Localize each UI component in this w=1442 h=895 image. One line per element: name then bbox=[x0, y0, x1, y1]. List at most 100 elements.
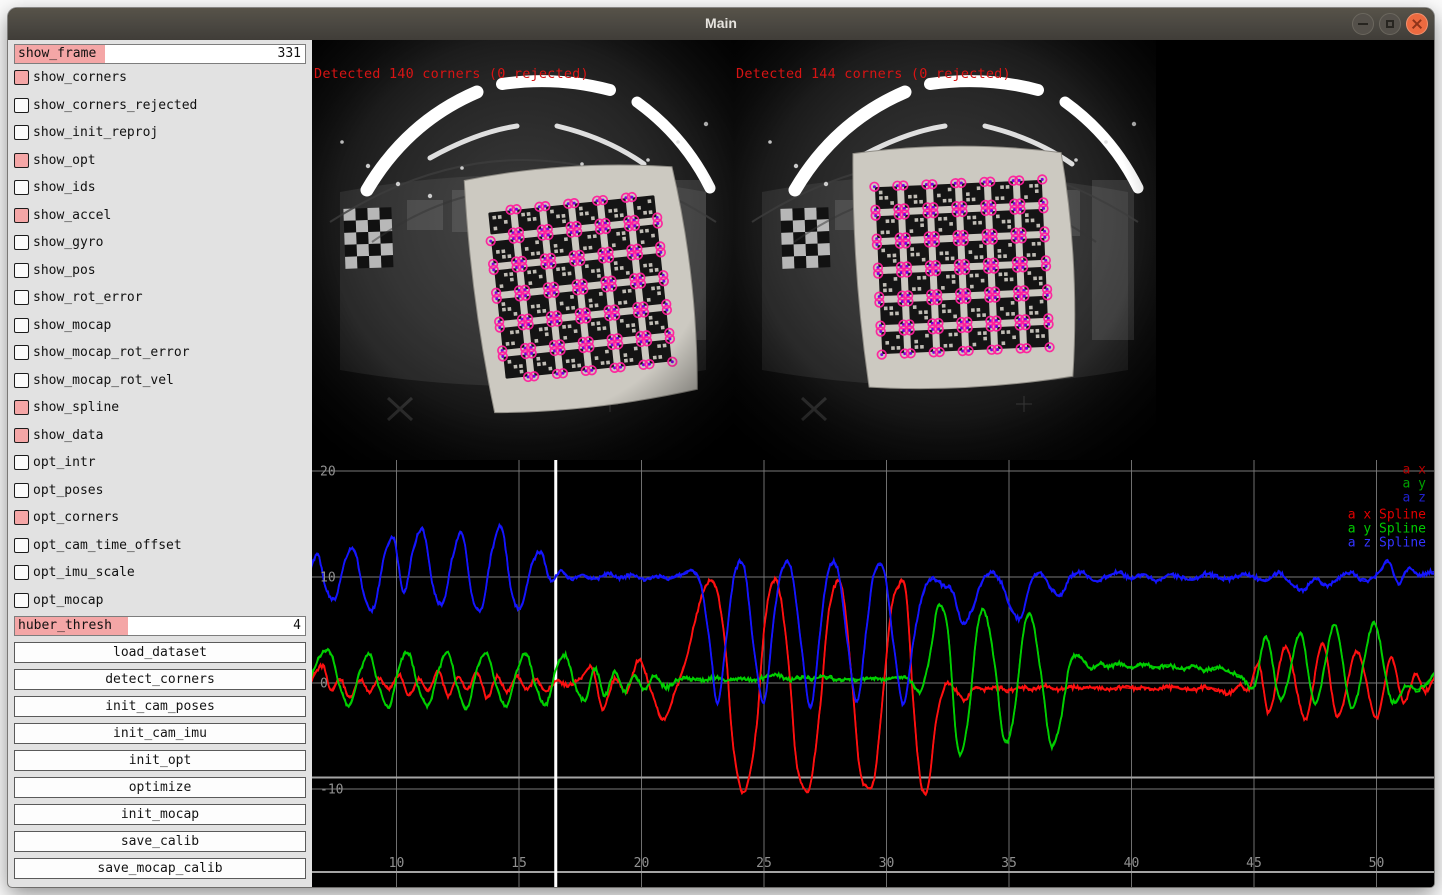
checkbox-box[interactable] bbox=[14, 70, 29, 85]
checkbox-box[interactable] bbox=[14, 208, 29, 223]
checkbox-label: show_pos bbox=[33, 263, 96, 278]
title-bar[interactable]: Main bbox=[8, 8, 1434, 41]
checkbox-show-mocap-rot-vel[interactable]: show_mocap_rot_vel bbox=[8, 367, 312, 395]
svg-text:10: 10 bbox=[389, 856, 405, 871]
camera-image-right bbox=[734, 40, 1156, 460]
svg-text:20: 20 bbox=[634, 856, 650, 871]
maximize-icon bbox=[1380, 14, 1400, 34]
close-button[interactable] bbox=[1406, 13, 1428, 35]
minimize-icon bbox=[1353, 14, 1373, 34]
checkbox-label: show_corners_rejected bbox=[33, 98, 197, 113]
checkbox-show-corners-rejected[interactable]: show_corners_rejected bbox=[8, 92, 312, 120]
legend-entry: a x bbox=[1403, 463, 1427, 478]
checkbox-label: show_corners bbox=[33, 70, 127, 85]
checkbox-box[interactable] bbox=[14, 400, 29, 415]
checkbox-label: opt_poses bbox=[33, 483, 103, 498]
legend-entry: a z Spline bbox=[1348, 536, 1426, 551]
checkbox-opt-mocap[interactable]: opt_mocap bbox=[8, 587, 312, 615]
slider-huber-thresh[interactable]: huber_thresh 4 bbox=[14, 616, 306, 636]
button-init-mocap[interactable]: init_mocap bbox=[14, 804, 306, 825]
slider-label: show_frame bbox=[18, 45, 96, 63]
checkbox-box[interactable] bbox=[14, 290, 29, 305]
checkbox-opt-poses[interactable]: opt_poses bbox=[8, 477, 312, 505]
checkbox-show-data[interactable]: show_data bbox=[8, 422, 312, 450]
checkbox-box[interactable] bbox=[14, 345, 29, 360]
sidebar: show_frame331 show_corners show_corners_re… bbox=[8, 40, 312, 887]
button-init-opt[interactable]: init_opt bbox=[14, 750, 306, 771]
button-init-cam-poses[interactable]: init_cam_poses bbox=[14, 696, 306, 717]
checkbox-show-mocap-rot-error[interactable]: show_mocap_rot_error bbox=[8, 339, 312, 367]
checkbox-box[interactable] bbox=[14, 373, 29, 388]
checkbox-show-gyro[interactable]: show_gyro bbox=[8, 229, 312, 257]
checkbox-label: opt_intr bbox=[33, 455, 96, 470]
maximize-button[interactable] bbox=[1379, 13, 1401, 35]
slider-label: huber_thresh bbox=[18, 617, 112, 635]
checkbox-box[interactable] bbox=[14, 455, 29, 470]
imu-plot[interactable]: 10152025303540455020100-10a xa ya za x S… bbox=[312, 460, 1434, 887]
svg-text:15: 15 bbox=[511, 856, 527, 871]
checkbox-box[interactable] bbox=[14, 428, 29, 443]
checkbox-show-ids[interactable]: show_ids bbox=[8, 174, 312, 202]
checkbox-show-rot-error[interactable]: show_rot_error bbox=[8, 284, 312, 312]
checkbox-box[interactable] bbox=[14, 180, 29, 195]
button-init-cam-imu[interactable]: init_cam_imu bbox=[14, 723, 306, 744]
checkbox-show-pos[interactable]: show_pos bbox=[8, 257, 312, 285]
checkbox-show-accel[interactable]: show_accel bbox=[8, 202, 312, 230]
checkbox-box[interactable] bbox=[14, 538, 29, 553]
checkbox-box[interactable] bbox=[14, 483, 29, 498]
legend-entry: a y bbox=[1403, 477, 1427, 492]
svg-text:40: 40 bbox=[1124, 856, 1140, 871]
checkbox-show-corners[interactable]: show_corners bbox=[8, 64, 312, 92]
checkbox-label: show_mocap_rot_vel bbox=[33, 373, 174, 388]
checkbox-label: show_ids bbox=[33, 180, 96, 195]
checkbox-show-init-reproj[interactable]: show_init_reproj bbox=[8, 119, 312, 147]
checkbox-label: opt_corners bbox=[33, 510, 119, 525]
checkbox-label: show_mocap_rot_error bbox=[33, 345, 190, 360]
button-load-dataset[interactable]: load_dataset bbox=[14, 642, 306, 663]
accel-plot-canvas: 10152025303540455020100-10a xa ya za x S… bbox=[312, 460, 1434, 887]
checkbox-label: show_accel bbox=[33, 208, 111, 223]
checkbox-box[interactable] bbox=[14, 593, 29, 608]
corner-count-overlay-left: Detected 140 corners (0 rejected) bbox=[314, 66, 589, 82]
button-save-calib[interactable]: save_calib bbox=[14, 831, 306, 852]
checkbox-box[interactable] bbox=[14, 153, 29, 168]
camera-view-right[interactable]: Detected 144 corners (0 rejected) bbox=[734, 40, 1156, 460]
button-save-mocap-calib[interactable]: save_mocap_calib bbox=[14, 858, 306, 879]
legend-entry: a z bbox=[1403, 491, 1426, 506]
checkbox-show-opt[interactable]: show_opt bbox=[8, 147, 312, 175]
checkbox-show-spline[interactable]: show_spline bbox=[8, 394, 312, 422]
checkbox-box[interactable] bbox=[14, 565, 29, 580]
checkbox-show-mocap[interactable]: show_mocap bbox=[8, 312, 312, 340]
window-controls bbox=[1352, 13, 1428, 35]
checkbox-opt-cam-time-offset[interactable]: opt_cam_time_offset bbox=[8, 532, 312, 560]
checkbox-box[interactable] bbox=[14, 98, 29, 113]
corner-count-overlay-right: Detected 144 corners (0 rejected) bbox=[736, 66, 1011, 82]
checkbox-box[interactable] bbox=[14, 263, 29, 278]
checkbox-opt-intr[interactable]: opt_intr bbox=[8, 449, 312, 477]
button-optimize[interactable]: optimize bbox=[14, 777, 306, 798]
svg-text:35: 35 bbox=[1001, 856, 1017, 871]
minimize-button[interactable] bbox=[1352, 13, 1374, 35]
camera-view-left[interactable]: Detected 140 corners (0 rejected) bbox=[312, 40, 734, 460]
checkbox-label: opt_mocap bbox=[33, 593, 103, 608]
svg-text:30: 30 bbox=[879, 856, 895, 871]
checkbox-label: show_spline bbox=[33, 400, 119, 415]
checkbox-label: show_mocap bbox=[33, 318, 111, 333]
camera-image-left bbox=[312, 40, 734, 460]
button-detect-corners[interactable]: detect_corners bbox=[14, 669, 306, 690]
legend-entry: a x Spline bbox=[1348, 508, 1426, 523]
window-title: Main bbox=[8, 8, 1434, 39]
svg-text:25: 25 bbox=[756, 856, 772, 871]
slider-value: 4 bbox=[293, 617, 301, 635]
main-view: Detected 140 corners (0 rejected) Detect… bbox=[312, 40, 1434, 887]
checkbox-label: opt_imu_scale bbox=[33, 565, 135, 580]
checkbox-label: show_gyro bbox=[33, 235, 103, 250]
checkbox-opt-imu-scale[interactable]: opt_imu_scale bbox=[8, 559, 312, 587]
slider-show-frame[interactable]: show_frame331 bbox=[14, 44, 306, 64]
checkbox-box[interactable] bbox=[14, 125, 29, 140]
checkbox-opt-corners[interactable]: opt_corners bbox=[8, 504, 312, 532]
checkbox-box[interactable] bbox=[14, 510, 29, 525]
app-window: Main show_frame331 show_corners show_corne… bbox=[8, 8, 1434, 887]
checkbox-box[interactable] bbox=[14, 235, 29, 250]
checkbox-box[interactable] bbox=[14, 318, 29, 333]
